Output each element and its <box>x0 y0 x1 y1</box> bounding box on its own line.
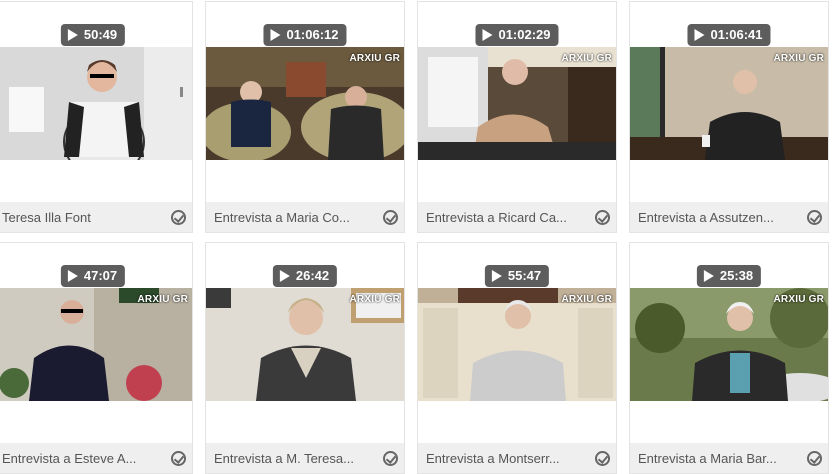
check-circle-icon[interactable] <box>171 450 186 466</box>
duration-badge: 50:49 <box>60 24 126 46</box>
video-card[interactable]: 25:38 ARXIU GR Entrevista a Maria Bar... <box>629 242 829 474</box>
play-icon <box>67 270 78 282</box>
duration-badge: 25:38 <box>696 265 762 287</box>
video-card[interactable]: 26:42 ARXIU GR Entrevista a M. Teresa... <box>205 242 405 474</box>
play-icon <box>270 29 281 41</box>
play-icon <box>279 270 290 282</box>
video-thumbnail[interactable]: ARXIU GR <box>418 288 616 401</box>
video-title[interactable]: Entrevista a Esteve A... <box>0 451 171 466</box>
video-card[interactable]: 55:47 ARXIU GR Entrevista a Montserr... <box>417 242 617 474</box>
video-card[interactable]: 47:07 ARXIU GR Entrevista a Esteve A... <box>0 242 193 474</box>
check-circle-icon[interactable] <box>383 450 398 466</box>
video-title[interactable]: Entrevista a Maria Co... <box>206 210 383 225</box>
card-footer: Entrevista a Ricard Ca... <box>418 202 616 232</box>
check-circle-icon[interactable] <box>807 450 822 466</box>
video-card[interactable]: 01:06:41 ARXIU GR Entrevista a Assutzen.… <box>629 1 829 233</box>
card-footer: Entrevista a Maria Co... <box>206 202 404 232</box>
video-thumbnail[interactable]: ARXIU GR <box>418 47 616 160</box>
video-title[interactable]: Entrevista a Montserr... <box>418 451 595 466</box>
video-title[interactable]: Entrevista a Ricard Ca... <box>418 210 595 225</box>
watermark-logo: ARXIU GR <box>349 53 400 64</box>
video-thumbnail[interactable]: ARXIU GR <box>206 47 404 160</box>
video-title[interactable]: Entrevista a Assutzen... <box>630 210 807 225</box>
play-icon <box>703 270 714 282</box>
video-thumbnail[interactable]: ARXIU GR <box>206 288 404 401</box>
play-icon <box>491 270 502 282</box>
watermark-logo: ARXIU GR <box>561 294 612 305</box>
video-title[interactable]: Entrevista a Maria Bar... <box>630 451 807 466</box>
video-thumbnail[interactable]: ARXIU GR <box>630 47 828 160</box>
video-card[interactable]: 01:02:29 ARXIU GR Entrevista a Ricard Ca… <box>417 1 617 233</box>
duration-badge: 01:02:29 <box>475 24 559 46</box>
check-circle-icon[interactable] <box>383 209 398 225</box>
duration-badge: 55:47 <box>484 265 550 287</box>
play-icon <box>694 29 705 41</box>
card-footer: Entrevista a Assutzen... <box>630 202 828 232</box>
check-circle-icon[interactable] <box>807 209 822 225</box>
check-circle-icon[interactable] <box>171 209 186 225</box>
card-footer: Entrevista a Esteve A... <box>0 443 192 473</box>
duration-badge: 47:07 <box>60 265 126 287</box>
duration-badge: 26:42 <box>272 265 338 287</box>
watermark-logo: ARXIU GR <box>773 294 824 305</box>
video-card[interactable]: 50:49 Teresa Illa Font <box>0 1 193 233</box>
play-icon <box>482 29 493 41</box>
play-icon <box>67 29 78 41</box>
check-circle-icon[interactable] <box>595 209 610 225</box>
duration-badge: 01:06:41 <box>687 24 771 46</box>
card-footer: Entrevista a Maria Bar... <box>630 443 828 473</box>
duration-badge: 01:06:12 <box>263 24 347 46</box>
video-title[interactable]: Entrevista a M. Teresa... <box>206 451 383 466</box>
card-footer: Entrevista a M. Teresa... <box>206 443 404 473</box>
card-footer: Entrevista a Montserr... <box>418 443 616 473</box>
check-circle-icon[interactable] <box>595 450 610 466</box>
watermark-logo: ARXIU GR <box>137 294 188 305</box>
video-thumbnail[interactable]: ARXIU GR <box>0 288 192 401</box>
video-thumbnail[interactable]: ARXIU GR <box>630 288 828 401</box>
watermark-logo: ARXIU GR <box>561 53 612 64</box>
video-thumbnail[interactable] <box>0 47 192 160</box>
card-footer: Teresa Illa Font <box>0 202 192 232</box>
watermark-logo: ARXIU GR <box>773 53 824 64</box>
video-card[interactable]: 01:06:12 ARXIU GR Entrevista a Maria Co.… <box>205 1 405 233</box>
video-title[interactable]: Teresa Illa Font <box>0 210 171 225</box>
watermark-logo: ARXIU GR <box>349 294 400 305</box>
